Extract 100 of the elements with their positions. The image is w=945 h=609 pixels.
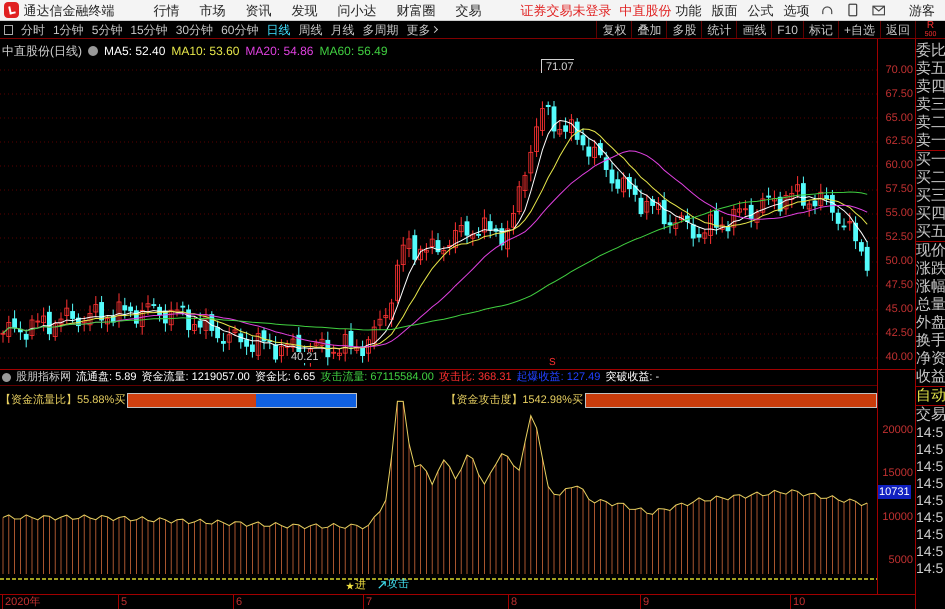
- trade-time: 14:5: [916, 458, 944, 475]
- price-tick: 55.00: [885, 206, 913, 222]
- menu-item[interactable]: 功能: [671, 4, 706, 16]
- trade-time: 14:5: [916, 526, 944, 543]
- flow-ratio-label: 【资金流量比】: [0, 392, 77, 408]
- price-tick: 40.00: [885, 350, 913, 365]
- price-tick: 57.50: [885, 182, 913, 198]
- indicator-tick: 15000: [882, 466, 913, 481]
- period-tab[interactable]: 60分钟: [217, 20, 262, 38]
- indicator-tick: 20000: [882, 422, 913, 438]
- menu-item[interactable]: 财富圈: [387, 4, 444, 16]
- date-label: 6: [233, 595, 242, 609]
- buy-marker: 进: [355, 580, 366, 591]
- price-tick: 70.00: [885, 62, 913, 78]
- quote-field: 卖一: [916, 132, 945, 150]
- ma-value: MA5: 52.40: [104, 43, 166, 60]
- user-label[interactable]: 游客: [909, 4, 935, 16]
- attack-label: 【资金攻击度】: [445, 392, 522, 408]
- trade-time: 14:5: [916, 543, 944, 560]
- panel-toggle-icon[interactable]: [4, 24, 13, 34]
- price-tick: 62.50: [885, 134, 913, 150]
- date-label: 9: [640, 595, 650, 609]
- menu-item[interactable]: 行情: [144, 4, 188, 16]
- dropdown-icon[interactable]: [88, 46, 98, 56]
- arrow-icon: [378, 580, 386, 588]
- menu-item[interactable]: 版面: [707, 4, 742, 16]
- price-tick: 50.00: [885, 254, 913, 270]
- quote-field: 卖三: [916, 96, 945, 114]
- high-price-label: 71.07: [541, 59, 574, 73]
- stock-name: 中直股份: [619, 4, 672, 16]
- menu-item[interactable]: 选项: [779, 4, 814, 16]
- date-label: 5: [118, 595, 128, 609]
- quote-field: 净资: [916, 350, 945, 368]
- indicator-readout: 突破收益: -: [605, 370, 660, 386]
- more-button[interactable]: 更多: [402, 20, 442, 38]
- quote-field: 委比: [916, 42, 945, 60]
- indicator-readout: 资金比: 6.65: [254, 370, 316, 386]
- date-label: 7: [363, 595, 372, 609]
- quote-field: 买三: [916, 187, 945, 205]
- indicator-tick: 10000: [882, 510, 913, 524]
- attack-value: 1542.98%买: [522, 392, 583, 408]
- period-tab[interactable]: 日线: [262, 20, 294, 38]
- tool-button[interactable]: 标记: [802, 21, 838, 38]
- indicator-readout: 起爆收益: 127.49: [516, 370, 600, 386]
- date-label: 10: [790, 595, 806, 609]
- low-price-label: 40.21: [290, 352, 320, 363]
- tool-button[interactable]: 叠加: [631, 21, 666, 38]
- date-label: 2020年: [2, 595, 40, 609]
- indicator-readout: 攻击比: 368.31: [438, 370, 512, 386]
- indicator-tick: 5000: [888, 553, 913, 568]
- period-tab[interactable]: 月线: [326, 20, 358, 38]
- tool-button[interactable]: 画线: [736, 21, 772, 38]
- indicator-readout: 流通盘: 5.89: [76, 370, 137, 386]
- period-tab[interactable]: 15分钟: [126, 20, 172, 38]
- price-tick: 47.50: [885, 278, 913, 293]
- tool-button[interactable]: 返回: [880, 21, 915, 38]
- menu-item[interactable]: 资讯: [236, 4, 280, 16]
- current-value-badge: 10731: [878, 485, 911, 499]
- phone-icon[interactable]: [848, 3, 858, 17]
- period-tab[interactable]: 周线: [294, 20, 326, 38]
- menu-item[interactable]: 发现: [282, 4, 326, 16]
- tool-button[interactable]: 复权: [596, 21, 632, 38]
- quote-field: 卖二: [916, 114, 945, 132]
- period-tab[interactable]: 多周期: [358, 20, 402, 38]
- quote-field: 买一: [916, 150, 945, 169]
- tool-button[interactable]: F10: [771, 21, 803, 38]
- trade-time: 14:5: [916, 424, 944, 441]
- indicator-name: 股朋指标网: [16, 370, 71, 386]
- price-tick: 65.00: [885, 110, 913, 126]
- date-label: 8: [508, 595, 518, 609]
- tool-button[interactable]: +自选: [838, 21, 880, 38]
- panel-tab[interactable]: 交易: [916, 405, 945, 424]
- quote-field: 总量: [916, 296, 945, 314]
- indicator-readout: 攻击流量: 67115584.00: [320, 370, 434, 386]
- star-icon: [346, 582, 354, 590]
- tool-button[interactable]: 统计: [701, 21, 736, 38]
- indicator-readout: 资金流量: 1219057.00: [142, 370, 250, 386]
- trade-time: 14:5: [916, 560, 944, 577]
- menu-item[interactable]: 公式: [743, 4, 778, 16]
- mail-icon[interactable]: [872, 4, 885, 16]
- period-tab[interactable]: 30分钟: [172, 20, 218, 38]
- menu-item[interactable]: 市场: [190, 4, 234, 16]
- price-tick: 52.50: [885, 230, 913, 246]
- price-tick: 67.50: [885, 86, 913, 102]
- price-tick: 45.00: [885, 302, 913, 317]
- chart-title: 中直股份(日线): [2, 43, 82, 60]
- quote-field: 卖四: [916, 78, 945, 96]
- app-title: 通达信金融终端: [23, 4, 114, 16]
- period-tab[interactable]: 分时: [17, 20, 49, 38]
- signal-mark: S: [549, 358, 556, 368]
- corner-label: R: [926, 21, 934, 31]
- price-tick: 42.50: [885, 326, 913, 341]
- login-status[interactable]: 证券交易未登录: [520, 4, 612, 16]
- menu-item[interactable]: 问小达: [328, 4, 386, 16]
- period-tab[interactable]: 5分钟: [88, 20, 126, 38]
- menu-item[interactable]: 交易: [446, 4, 490, 16]
- dropdown-icon[interactable]: [2, 373, 11, 382]
- tool-button[interactable]: 多股: [666, 21, 702, 38]
- panel-tab[interactable]: 自动: [916, 386, 945, 405]
- period-tab[interactable]: 1分钟: [49, 20, 88, 38]
